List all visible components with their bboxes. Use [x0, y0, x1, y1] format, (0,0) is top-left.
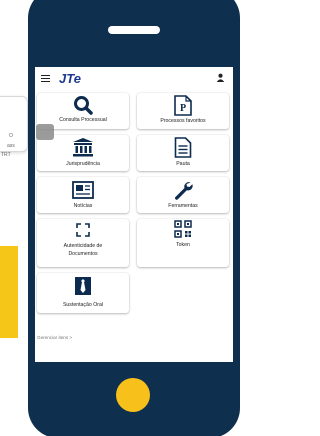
newspaper-icon — [72, 181, 94, 199]
phone-screen: JTe Consulta Processual P Processos favo… — [35, 67, 233, 362]
overlay-button — [36, 124, 54, 140]
tile-processos-favoritos[interactable]: P Processos favoritos — [137, 93, 229, 129]
tile-token[interactable]: Token — [137, 219, 229, 267]
scan-icon — [76, 223, 90, 237]
courthouse-icon — [73, 138, 93, 157]
phone-frame: JTe Consulta Processual P Processos favo… — [28, 0, 240, 436]
background-card-text-1: O — [9, 133, 13, 139]
tile-autenticidade-documentos[interactable]: Autenticidade de Documentos — [37, 219, 129, 267]
user-icon[interactable] — [216, 73, 225, 82]
tile-ferramentas[interactable]: Ferramentas — [137, 177, 229, 213]
tile-noticias[interactable]: Notícias — [37, 177, 129, 213]
tile-label: Pauta — [176, 161, 190, 167]
tile-label: Token — [176, 242, 190, 248]
tile-label: Notícias — [73, 203, 93, 209]
tile-label: Consulta Processual — [59, 117, 107, 123]
tile-label: Ferramentas — [168, 203, 198, 209]
background-card-text-3: TRT — [1, 152, 11, 158]
tile-label-line-2: Documentos — [68, 251, 98, 257]
svg-text:P: P — [180, 103, 186, 114]
background-card: O ass TRT — [0, 96, 28, 158]
search-icon — [74, 96, 93, 115]
tile-jurisprudencia[interactable]: Jurisprudência — [37, 135, 129, 171]
qr-code-icon — [174, 220, 192, 238]
wrench-icon — [175, 182, 193, 200]
app-logo: JTe — [59, 71, 81, 86]
phone-speaker — [108, 26, 160, 34]
stage: O ass TRT JTe Consulta Processual P Proc… — [0, 0, 241, 436]
tile-label-line-1: Autenticidade de — [63, 243, 103, 249]
manage-items-link[interactable]: Gerenciar itens > — [37, 335, 72, 340]
tile-label: Sustentação Oral — [62, 302, 104, 308]
favorite-process-icon: P — [174, 95, 192, 116]
tile-sustentacao-oral[interactable]: Sustentação Oral — [37, 273, 129, 313]
necktie-icon — [75, 277, 91, 295]
background-card-text-2: ass — [7, 143, 15, 149]
tile-pauta[interactable]: Pauta — [137, 135, 229, 171]
document-icon — [174, 137, 192, 158]
tile-label: Jurisprudência — [66, 161, 100, 167]
phone-home-button — [116, 378, 150, 412]
menu-icon[interactable] — [41, 75, 50, 83]
app-header: JTe — [35, 67, 233, 89]
tile-label: Processos favoritos — [160, 118, 206, 124]
decorative-yellow-block — [0, 246, 18, 338]
